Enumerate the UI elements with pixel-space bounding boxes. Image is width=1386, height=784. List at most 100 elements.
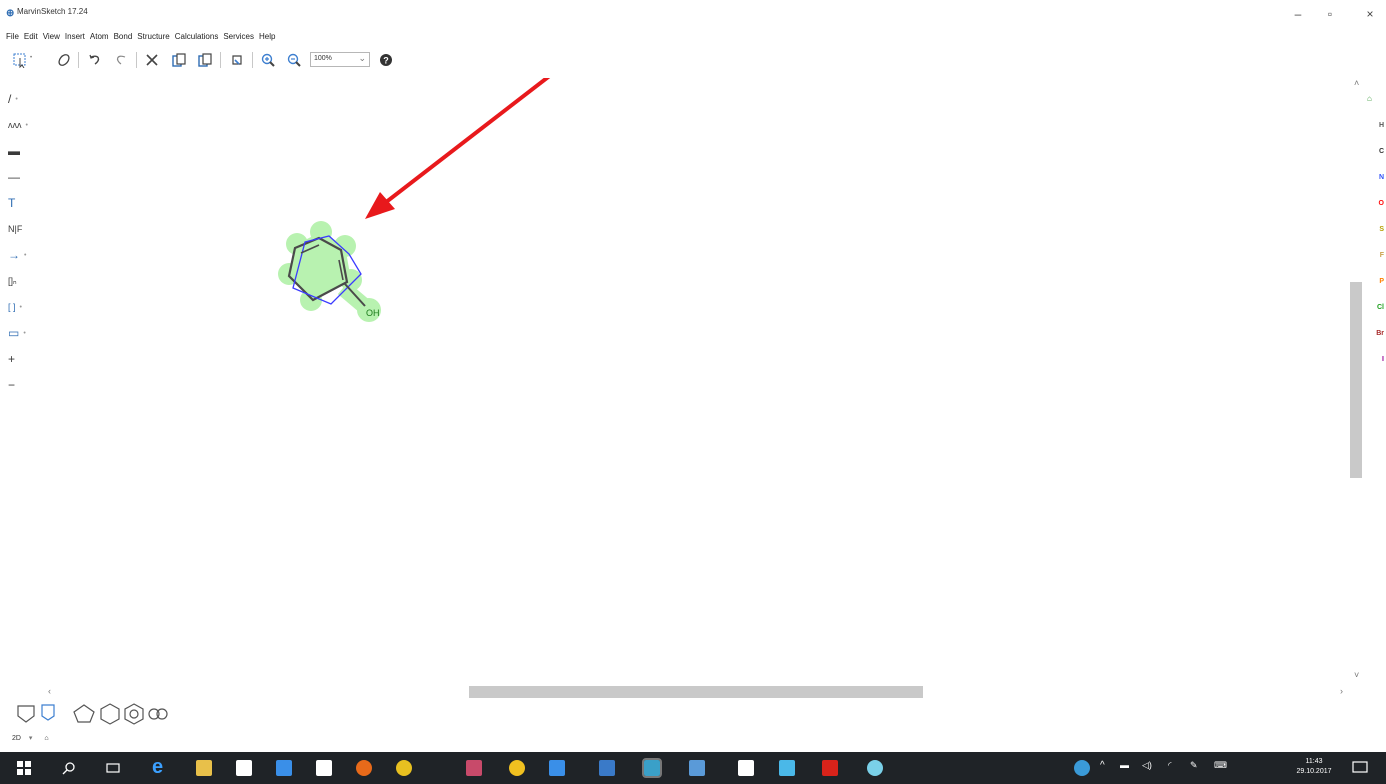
select-dropdown-icon[interactable]: • [30,55,32,61]
element-button[interactable]: I [1355,356,1386,363]
close-button[interactable]: × [1358,6,1382,22]
benzene-template-inner [129,709,139,719]
dropbox-icon[interactable] [276,760,292,776]
template-pentagon-gallery-icon [17,705,35,723]
firefox-icon[interactable] [356,760,372,776]
dimension-mode[interactable]: 2D [12,735,21,742]
menu-calculations[interactable]: Calculations [175,32,219,41]
single-bond-icon[interactable]: / • [8,88,38,110]
tool-glyph: N|F [8,224,23,234]
element-button[interactable]: N [1355,174,1386,181]
undo-icon[interactable] [86,51,104,69]
select-tool-icon[interactable] [12,51,30,69]
zoom-out-icon[interactable] [285,51,303,69]
volume-icon[interactable]: ◁) [1142,760,1152,771]
menu-view[interactable]: View [43,32,60,41]
menu-services[interactable]: Services [223,32,254,41]
hashed-bond-icon[interactable]: — [8,166,38,188]
mode-dropdown-icon[interactable]: ▾ [29,735,33,742]
app-icon-blue[interactable] [549,760,565,776]
positive-charge-icon[interactable]: + [8,348,38,370]
task-view-icon[interactable] [106,761,120,775]
redo-icon[interactable] [112,51,130,69]
store-icon[interactable] [236,760,252,776]
tray-chevron-icon[interactable]: ^ [1100,760,1105,771]
zoom-in-icon[interactable] [259,51,277,69]
sgroup-bracket-icon[interactable]: []ₙ [8,270,38,292]
taskbar-clock[interactable]: 11:43 29.10.2017 [1294,757,1334,777]
chain-icon[interactable]: ʌʌʌ • [8,114,38,136]
eraser-icon[interactable] [55,51,73,69]
cyclopentane-template-icon [73,704,95,723]
keyboard-icon[interactable]: ⌨ [1214,760,1227,771]
pen-icon[interactable]: ✎ [1190,760,1198,771]
notifications-icon[interactable] [1352,761,1368,775]
rectangle-icon[interactable]: ▭ • [8,322,38,344]
tool-dropdown-icon[interactable]: • [20,304,22,311]
menu-structure[interactable]: Structure [137,32,169,41]
bracket-icon[interactable]: [ ] • [8,296,38,318]
horizontal-scrollbar-thumb[interactable] [469,686,923,698]
app-icon-feather[interactable] [867,760,883,776]
cyclopropane-template-icon [41,704,55,721]
chrome-icon[interactable] [396,760,412,776]
app-icon-sync[interactable] [599,760,615,776]
app-icon-pink[interactable] [466,760,482,776]
edge-browser-icon[interactable]: e [152,756,163,779]
acrobat-icon[interactable] [822,760,838,776]
menu-help[interactable]: Help [259,32,275,41]
atom-list-icon[interactable]: N|F [8,218,38,240]
drawing-canvas[interactable]: OH [43,78,1350,685]
bold-bond-icon[interactable]: ▬ [8,140,38,162]
tool-glyph: []ₙ [8,275,17,286]
menu-file[interactable]: File [6,32,19,41]
status-bar: 2D ▾ ⌂ [12,734,212,748]
tool-dropdown-icon[interactable]: • [23,330,25,337]
element-panel: ⌂ H C N O S F P Cl Br I [1355,78,1386,678]
clock-time: 11:43 [1305,758,1323,765]
element-button[interactable]: H [1355,122,1386,129]
file-explorer-icon[interactable] [196,760,212,776]
copy-icon[interactable] [170,51,188,69]
element-button[interactable]: Br [1355,330,1386,337]
element-button[interactable]: P [1355,278,1386,285]
text-icon[interactable]: T [8,192,38,214]
negative-charge-icon[interactable]: − [8,374,38,396]
scroll-right-icon[interactable]: › [1340,686,1343,696]
search-icon[interactable] [62,761,76,775]
cyclohexane-template-icon [100,703,120,725]
windows-start-icon[interactable] [16,760,32,776]
zoom-select[interactable]: 100% ⌄ [310,52,370,67]
menu-insert[interactable]: Insert [65,32,85,41]
battery-icon[interactable]: ▬ [1120,760,1129,770]
tool-dropdown-icon[interactable]: • [26,122,28,129]
clean-2d-icon[interactable] [228,51,246,69]
mail-icon[interactable] [316,760,332,776]
menu-edit[interactable]: Edit [24,32,38,41]
reaction-arrow-icon[interactable]: → • [8,244,38,266]
app-icon-image[interactable] [779,760,795,776]
element-button[interactable]: C [1355,148,1386,155]
tool-dropdown-icon[interactable]: • [24,252,26,259]
toolbar-separator [252,52,253,68]
element-button[interactable]: S [1355,226,1386,233]
menu-bond[interactable]: Bond [114,32,133,41]
document-icon[interactable] [738,760,754,776]
app-icon-storage[interactable] [689,760,705,776]
scroll-left-icon[interactable]: ‹ [48,686,51,696]
element-button[interactable]: F [1355,252,1386,259]
minimize-button[interactable]: – [1286,6,1310,22]
cut-icon[interactable] [143,51,161,69]
wifi-icon[interactable]: ◜ [1168,760,1172,771]
menu-atom[interactable]: Atom [90,32,109,41]
maximize-button[interactable]: ▫ [1318,6,1342,22]
paste-icon[interactable] [196,51,214,69]
element-button[interactable]: O [1355,200,1386,207]
tool-dropdown-icon[interactable]: • [15,96,17,103]
help-icon[interactable]: ? [377,51,395,69]
periodic-table-icon[interactable]: ⌂ [1367,94,1372,103]
norton-icon[interactable] [509,760,525,776]
element-button[interactable]: Cl [1355,304,1386,311]
marvinsketch-taskbar-icon[interactable] [642,758,662,778]
user-tray-icon[interactable] [1074,760,1090,776]
